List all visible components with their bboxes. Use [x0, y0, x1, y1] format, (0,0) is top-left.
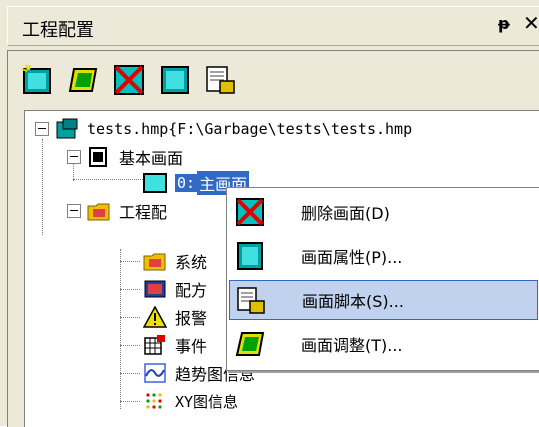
screen-script-icon [237, 287, 265, 314]
menu-item-screen-adjust[interactable]: 画面调整(T)... [229, 324, 538, 364]
tree-item-label: 基本画面 [119, 149, 184, 168]
project-config-panel: 工程配置 ᵽ ✕ tests.hmp{F:\Garbage\tests\test… [0, 0, 539, 427]
tree-item-xy[interactable]: XY图信息 [143, 387, 238, 415]
tree-item-label: XY图信息 [175, 392, 239, 411]
folder-icon [87, 203, 110, 221]
trend-icon [144, 363, 166, 383]
pin-icon[interactable]: ᵽ [498, 14, 510, 33]
screen-properties-icon[interactable] [158, 63, 192, 97]
tree-item-basic-screens[interactable]: 基本画面 [67, 143, 183, 171]
collapse-icon[interactable] [35, 122, 49, 136]
event-grid-icon [144, 335, 165, 355]
tree-item-event[interactable]: 事件 [143, 331, 207, 359]
adjust-screen-icon [235, 332, 265, 356]
delete-screen-icon[interactable] [112, 63, 146, 97]
collapse-icon[interactable] [67, 204, 81, 218]
panel-titlebar: 工程配置 ᵽ ✕ [7, 6, 539, 46]
toolbar [8, 55, 528, 105]
screen-script-icon[interactable] [204, 63, 238, 97]
close-icon[interactable]: ✕ [523, 11, 539, 35]
tree-item-project-config[interactable]: 工程配 [67, 197, 167, 225]
screen-0-label-prefix: 0: [175, 174, 198, 192]
project-icon [56, 118, 78, 139]
delete-screen-icon [236, 198, 264, 226]
tree-item-label: 系统 [175, 253, 208, 272]
tree-item-recipe[interactable]: 配方 [143, 275, 207, 303]
tree-item-label: 配方 [175, 281, 208, 300]
menu-item-label: 画面调整(T)... [301, 336, 403, 355]
menu-item-screen-properties[interactable]: 画面属性(P)... [229, 236, 538, 276]
adjust-screen-icon[interactable] [66, 63, 100, 97]
recipe-icon [144, 280, 166, 298]
tree-item-system[interactable]: 系统 [143, 247, 207, 275]
menu-item-label: 画面脚本(S)... [302, 292, 404, 311]
tree-root[interactable]: tests.hmp{F:\Garbage\tests\tests.hmp [35, 115, 412, 143]
collapse-icon[interactable] [67, 150, 81, 164]
menu-item-screen-script[interactable]: 画面脚本(S)... [229, 280, 538, 320]
warning-icon [143, 306, 167, 328]
xy-chart-icon [146, 393, 162, 409]
menu-item-delete-screen[interactable]: 删除画面(D) [229, 192, 538, 232]
panel-title: 工程配置 [22, 20, 94, 41]
tree-root-label: tests.hmp{F:\Garbage\tests\tests.hmp [87, 120, 413, 138]
new-screen-icon[interactable] [20, 63, 54, 97]
menu-item-label: 画面属性(P)... [301, 248, 403, 267]
tree-item-label: 报警 [175, 309, 208, 328]
screen-properties-icon [237, 242, 263, 270]
menu-item-label: 删除画面(D) [301, 204, 390, 223]
tree-item-alarm[interactable]: 报警 [143, 303, 207, 331]
tree-item-label: 事件 [175, 337, 208, 356]
screen-icon [143, 173, 167, 193]
folder-icon [143, 253, 166, 271]
context-menu: 删除画面(D) 画面属性(P)... 画面脚本(S)... 画面调整(T)... [226, 187, 539, 371]
film-icon [89, 147, 107, 167]
tree-item-label: 工程配 [119, 203, 168, 222]
